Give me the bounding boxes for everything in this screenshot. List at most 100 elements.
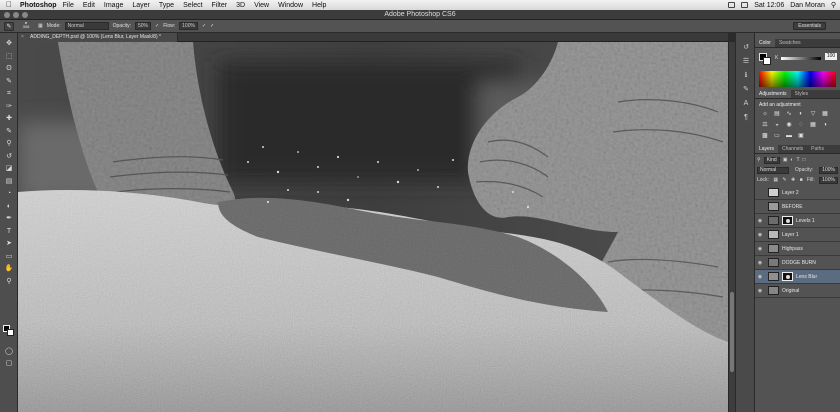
gradient-tool-icon[interactable]: ▤ xyxy=(4,177,14,186)
zoom-tool-icon[interactable]: ⚲ xyxy=(4,277,14,286)
scrollbar-thumb[interactable] xyxy=(730,292,734,372)
k-channel-value[interactable]: 100 xyxy=(825,53,837,60)
hue-saturation-icon[interactable]: ▦ xyxy=(821,110,829,118)
character-panel-icon[interactable]: A xyxy=(741,99,751,108)
layer-visibility-eye-icon[interactable]: ◉ xyxy=(755,232,765,238)
lock-image-icon[interactable]: ✎ xyxy=(782,177,786,183)
layer-row[interactable]: ◉ Highpass xyxy=(755,242,840,256)
color-lookup-icon[interactable]: ▦ xyxy=(809,121,817,129)
battery-icon[interactable] xyxy=(728,2,736,8)
layer-row[interactable]: Layer 2 xyxy=(755,186,840,200)
menu-view[interactable]: View xyxy=(254,2,269,9)
lasso-tool-icon[interactable]: ʘ xyxy=(4,64,14,73)
layer-visibility-eye-icon[interactable]: ◉ xyxy=(755,288,765,294)
menu-edit[interactable]: Edit xyxy=(83,2,95,9)
tab-color[interactable]: Color xyxy=(755,39,775,47)
layer-row[interactable]: ◉ Lens Blur xyxy=(755,270,840,284)
history-brush-tool-icon[interactable]: ↺ xyxy=(4,152,14,161)
tool-preset-brush-icon[interactable]: ✎ xyxy=(4,21,14,31)
app-menu[interactable]: Photoshop xyxy=(20,2,57,9)
eyedropper-tool-icon[interactable]: ✑ xyxy=(4,102,14,111)
layer-row[interactable]: BEFORE xyxy=(755,200,840,214)
menu-image[interactable]: Image xyxy=(104,2,123,9)
filter-adjustment-icon[interactable]: ◐ xyxy=(790,157,793,163)
photo-filter-icon[interactable]: ◉ xyxy=(785,121,793,129)
layer-filter-kind-select[interactable]: Kind xyxy=(763,156,780,164)
quick-mask-icon[interactable]: ◯ xyxy=(4,347,14,356)
fill-field[interactable]: 100% xyxy=(819,176,838,184)
layer-row[interactable]: ◉ Original xyxy=(755,284,840,298)
flow-field[interactable]: 100% xyxy=(179,22,198,30)
layer-row[interactable]: ◉ DODGE BURN xyxy=(755,256,840,270)
layer-mask-thumbnail[interactable] xyxy=(782,216,793,225)
wifi-icon[interactable] xyxy=(741,2,749,8)
opacity-field[interactable]: 50% xyxy=(134,22,151,30)
quick-select-tool-icon[interactable]: ✎ xyxy=(4,77,14,86)
blend-mode-select[interactable]: Normal xyxy=(757,166,789,174)
dodge-tool-icon[interactable]: ◐ xyxy=(4,202,14,211)
close-document-icon[interactable]: × xyxy=(21,33,24,42)
healing-tool-icon[interactable]: ✚ xyxy=(4,114,14,123)
canvas-vertical-scrollbar[interactable] xyxy=(728,42,735,412)
menu-file[interactable]: File xyxy=(63,2,74,9)
exposure-icon[interactable]: ◐ xyxy=(797,110,805,118)
menu-window[interactable]: Window xyxy=(278,2,303,9)
menu-filter[interactable]: Filter xyxy=(212,2,228,9)
paragraph-panel-icon[interactable]: ¶ xyxy=(741,113,751,122)
menu-layer[interactable]: Layer xyxy=(132,2,150,9)
airbrush-icon[interactable]: ✓ xyxy=(202,23,206,29)
move-tool-icon[interactable]: ✥ xyxy=(4,39,14,48)
lock-position-icon[interactable]: ✚ xyxy=(791,177,795,183)
selective-color-icon[interactable]: ▣ xyxy=(797,132,805,140)
brush-size-picker[interactable]: ● 308 xyxy=(18,21,34,31)
hand-tool-icon[interactable]: ✋ xyxy=(4,264,14,273)
history-panel-icon[interactable]: ↺ xyxy=(741,43,751,52)
mode-select[interactable]: Normal xyxy=(64,22,109,30)
levels-icon[interactable]: ▤ xyxy=(773,110,781,118)
filter-pixel-icon[interactable]: ▣ xyxy=(783,157,788,163)
workspace-switcher[interactable]: Essentials xyxy=(793,22,826,30)
eraser-tool-icon[interactable]: ◪ xyxy=(4,164,14,173)
vibrance-icon[interactable]: ▽ xyxy=(809,110,817,118)
apple-menu-icon[interactable]:  xyxy=(6,0,16,10)
brush-panel-icon[interactable]: ▦ xyxy=(38,23,43,29)
posterize-icon[interactable]: ▩ xyxy=(761,132,769,140)
brush-tool-icon[interactable]: ✎ xyxy=(4,127,14,136)
pen-tool-icon[interactable]: ✒ xyxy=(4,214,14,223)
layer-row[interactable]: ◉ Layer 1 xyxy=(755,228,840,242)
info-panel-icon[interactable]: ℹ xyxy=(741,71,751,80)
user-name[interactable]: Dan Moran xyxy=(790,2,825,9)
color-spectrum-ramp[interactable] xyxy=(759,71,836,87)
black-white-icon[interactable]: ◒ xyxy=(773,121,781,129)
tab-adjustments[interactable]: Adjustments xyxy=(755,90,791,98)
clone-stamp-tool-icon[interactable]: ⚲ xyxy=(4,139,14,148)
layer-row[interactable]: ◉ Levels 1 xyxy=(755,214,840,228)
tab-swatches[interactable]: Swatches xyxy=(775,39,805,47)
tab-channels[interactable]: Channels xyxy=(778,145,807,153)
lock-all-icon[interactable]: ■ xyxy=(800,177,803,183)
invert-icon[interactable]: ◑ xyxy=(821,121,829,129)
filter-type-icon[interactable]: T xyxy=(796,157,799,163)
curves-icon[interactable]: ∿ xyxy=(785,110,793,118)
zoom-window-icon[interactable] xyxy=(22,12,28,18)
tab-paths[interactable]: Paths xyxy=(807,145,828,153)
document-tab[interactable]: × ADDING_DEPTH.psd @ 100% (Lens Blur, La… xyxy=(18,33,178,42)
crop-tool-icon[interactable]: ⌗ xyxy=(4,89,14,98)
menu-type[interactable]: Type xyxy=(159,2,174,9)
channel-mixer-icon[interactable]: ◌ xyxy=(797,121,805,129)
color-balance-icon[interactable]: ⚖ xyxy=(761,121,769,129)
layer-visibility-eye-icon[interactable]: ◉ xyxy=(755,218,765,224)
marquee-tool-icon[interactable]: ⬚ xyxy=(4,52,14,61)
shape-tool-icon[interactable]: ▭ xyxy=(4,252,14,261)
pressure-size-icon[interactable]: ✓ xyxy=(210,23,214,29)
minimize-window-icon[interactable] xyxy=(13,12,19,18)
blur-tool-icon[interactable]: ◔ xyxy=(4,189,14,198)
lock-transparent-icon[interactable]: ▦ xyxy=(773,177,778,183)
brush-presets-icon[interactable]: ✎ xyxy=(741,85,751,94)
filter-shape-icon[interactable]: □ xyxy=(803,157,806,163)
spotlight-icon[interactable]: ⚲ xyxy=(831,1,836,9)
menu-3d[interactable]: 3D xyxy=(236,2,245,9)
threshold-icon[interactable]: ▭ xyxy=(773,132,781,140)
color-panel-fg-bg[interactable] xyxy=(759,53,771,65)
menu-help[interactable]: Help xyxy=(312,2,326,9)
